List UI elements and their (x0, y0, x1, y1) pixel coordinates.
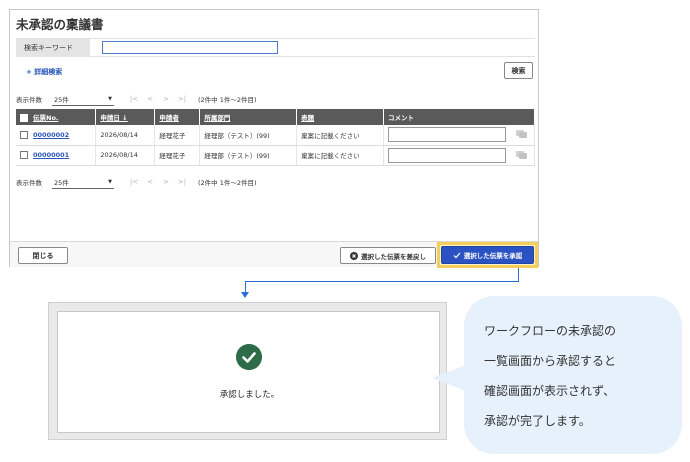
page-size-value: 25件 (54, 178, 69, 187)
row-checkbox[interactable] (20, 151, 28, 159)
comment-input[interactable] (388, 127, 507, 143)
chevron-down-icon: ▼ (108, 178, 112, 185)
select-all-checkbox[interactable] (20, 114, 28, 122)
table-row: 00000002 2026/08/14 経理花子 経理部（テスト）(99) 稟案… (16, 125, 535, 146)
last-page-button[interactable]: >| (174, 178, 190, 186)
reject-button[interactable]: 選択した伝票を差戻し (340, 247, 436, 264)
search-row: 検索キーワード (16, 38, 535, 57)
result-dialog: 承認しました。 (57, 311, 440, 433)
row-date: 2026/08/14 (95, 145, 156, 166)
prev-page-button[interactable]: < (142, 95, 158, 103)
chevron-down-icon: ▼ (108, 95, 112, 102)
table-row: 00000001 2026/08/14 経理花子 経理部（テスト）(99) 稟案… (16, 145, 535, 166)
search-button[interactable]: 検索 (504, 62, 533, 79)
page-size-select[interactable]: 25件 ▼ (52, 93, 114, 106)
connector-line (518, 268, 519, 281)
page-size-value: 25件 (54, 95, 69, 104)
pager-top: 表示件数 25件 ▼ |< < > >| (2件中 1件～2件目) (16, 92, 257, 106)
first-page-button[interactable]: |< (126, 178, 142, 186)
pager-bottom: 表示件数 25件 ▼ |< < > >| (2件中 1件～2件目) (16, 175, 257, 189)
prev-page-button[interactable]: < (142, 178, 158, 186)
row-checkbox[interactable] (20, 130, 28, 139)
row-department: 経理部（テスト）(99) (199, 125, 298, 146)
close-circle-icon (350, 251, 358, 260)
row-subject: 稟案に記載ください (296, 125, 385, 146)
header-subject[interactable]: 表題 (296, 109, 385, 125)
table-header: 伝票No. 申請日 ↓ 申請者 所属部門 表題 コメント (16, 109, 535, 125)
next-page-button[interactable]: > (158, 95, 174, 103)
row-subject: 稟案に記載ください (296, 145, 385, 166)
row-comment-cell (383, 145, 535, 166)
bubble-text: ワークフローの未承認の 一覧画面から承認すると 確認画面が表示されず、 承認が完… (484, 324, 617, 428)
slip-link[interactable]: 00000001 (33, 151, 69, 159)
bubble-tail (432, 365, 466, 391)
result-dialog-frame: 承認しました。 (48, 302, 447, 440)
approve-label: 選択した伝票を承認 (463, 252, 523, 260)
slip-table: 伝票No. 申請日 ↓ 申請者 所属部門 表題 コメント 00000002 20… (16, 109, 535, 166)
dialog-message: 承認しました。 (219, 390, 280, 400)
unapproved-window: 未承認の稟議書 検索キーワード + 詳細検索 検索 表示件数 25件 ▼ |< <… (9, 9, 539, 268)
row-date: 2026/08/14 (95, 125, 156, 146)
header-applicant[interactable]: 申請者 (154, 109, 201, 125)
search-input[interactable] (102, 41, 278, 54)
success-check-icon (236, 344, 262, 370)
header-department[interactable]: 所属部門 (199, 109, 298, 125)
approve-button[interactable]: 選択した伝票を承認 (441, 246, 534, 264)
first-page-button[interactable]: |< (126, 95, 142, 103)
row-comment-cell (383, 125, 535, 146)
advanced-search-link[interactable]: + 詳細検索 (26, 67, 62, 77)
reject-label: 選択した伝票を差戻し (361, 252, 426, 261)
comment-icon[interactable] (516, 150, 528, 160)
last-page-button[interactable]: >| (174, 95, 190, 103)
comment-icon[interactable] (516, 130, 528, 139)
check-icon (453, 252, 461, 258)
header-comment: コメント (383, 109, 535, 125)
page-size-select[interactable]: 25件 ▼ (52, 176, 114, 189)
slip-link[interactable]: 00000002 (33, 131, 69, 139)
next-page-button[interactable]: > (158, 178, 174, 186)
close-button[interactable]: 閉じる (18, 247, 68, 264)
pager-info: (2件中 1件～2件目) (198, 96, 257, 104)
row-applicant: 経理花子 (154, 145, 201, 166)
page-size-label: 表示件数 (16, 179, 42, 187)
page-size-label: 表示件数 (16, 96, 42, 104)
footer-bar: 閉じる 選択した伝票を差戻し 選択した伝票を承認 (10, 241, 538, 268)
pager-info: (2件中 1件～2件目) (198, 179, 257, 187)
comment-input[interactable] (388, 147, 507, 163)
page-title: 未承認の稟議書 (16, 17, 104, 32)
connector-line (245, 281, 519, 282)
header-slip-no[interactable]: 伝票No. (16, 109, 97, 125)
header-date[interactable]: 申請日 ↓ (95, 109, 156, 125)
arrow-down-icon (241, 292, 249, 298)
search-label: 検索キーワード (16, 39, 90, 57)
row-applicant: 経理花子 (154, 125, 201, 146)
row-department: 経理部（テスト）(99) (199, 145, 298, 166)
